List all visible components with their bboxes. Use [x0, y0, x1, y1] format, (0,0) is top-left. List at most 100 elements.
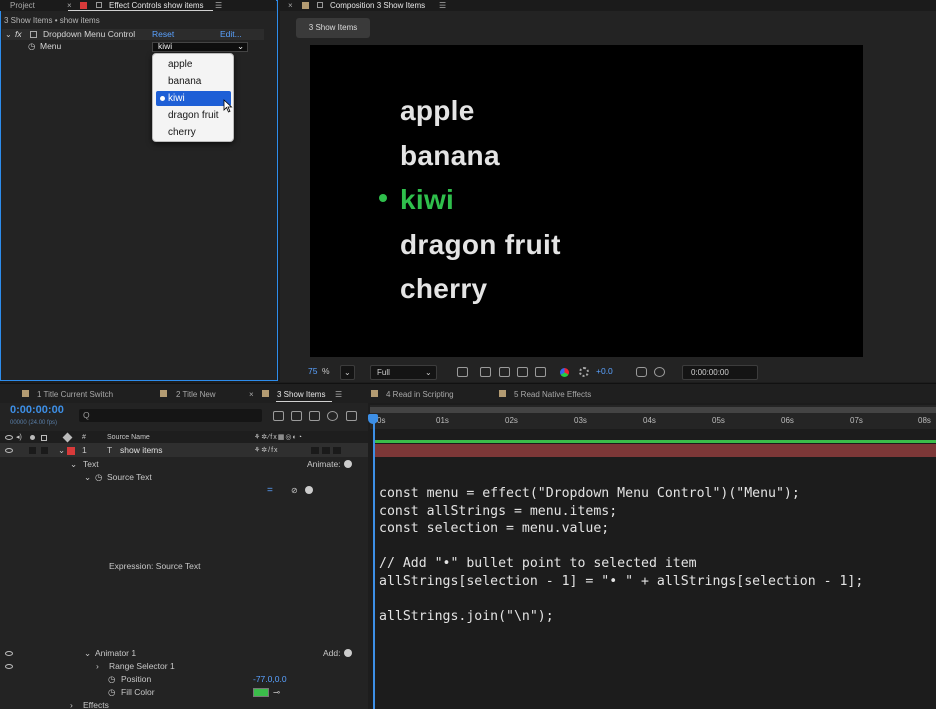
tab-project[interactable]: Project	[10, 0, 35, 11]
color-channels-icon[interactable]	[560, 368, 569, 377]
menu-dropdown-value: kiwi	[158, 41, 173, 51]
animator-label: Animator 1	[95, 648, 137, 658]
active-tab-underline	[68, 10, 213, 11]
expand-chevron-icon[interactable]: ⌄	[84, 472, 91, 483]
layer-row[interactable]: ⌄ 1 T show items ⚘✲/fx	[0, 444, 368, 457]
menu-option-apple[interactable]: apple	[156, 57, 231, 72]
color-management-icon[interactable]	[579, 367, 589, 377]
fill-color-label: Fill Color	[121, 687, 155, 697]
tab-read-in-scripting[interactable]: 4 Read in Scripting	[386, 389, 454, 400]
fast-preview-icon[interactable]	[457, 367, 468, 377]
effect-controls-panel	[0, 0, 278, 381]
expand-chevron-icon[interactable]: ⌄	[70, 459, 77, 470]
mask-icon[interactable]	[499, 367, 510, 377]
tab-read-native-effects[interactable]: 5 Read Native Effects	[514, 389, 591, 400]
timeline-search-input[interactable]: Q	[79, 409, 262, 422]
solo-checkbox[interactable]	[29, 447, 36, 454]
guides-icon[interactable]	[535, 367, 546, 377]
menu-option-kiwi[interactable]: kiwi	[156, 91, 231, 106]
draft-3d-icon[interactable]	[291, 411, 302, 421]
stopwatch-icon[interactable]: ◷	[95, 472, 102, 483]
zoom-dropdown[interactable]: ⌄	[340, 365, 355, 380]
zoom-value[interactable]: 75	[308, 366, 317, 377]
motion-blur-icon[interactable]	[346, 411, 357, 421]
position-value[interactable]: -77.0,0.0	[253, 674, 287, 685]
layer-switches[interactable]: ⚘✲/fx	[254, 445, 279, 456]
eyedropper-icon[interactable]: ⊸	[273, 687, 280, 698]
composition-breadcrumb[interactable]: 3 Show Items	[296, 18, 370, 38]
region-of-interest-icon[interactable]	[517, 367, 528, 377]
audio-icon[interactable]: ◂)	[16, 432, 22, 443]
composition-canvas[interactable]: apple banana kiwi dragon fruit cherry	[310, 45, 863, 357]
lock-icon[interactable]	[96, 2, 102, 8]
show-snapshot-icon[interactable]	[654, 367, 665, 377]
expand-chevron-icon[interactable]: ⌄	[5, 29, 12, 40]
menu-option-cherry[interactable]: cherry	[156, 125, 231, 140]
panel-menu-icon[interactable]: ☰	[335, 389, 342, 400]
frame-blending-icon[interactable]	[327, 411, 338, 421]
expression-enable-icon[interactable]: =	[267, 485, 273, 496]
tab-title-new[interactable]: 2 Title New	[176, 389, 216, 400]
ruler-tick: 0s	[377, 416, 386, 425]
collapse-chevron-icon[interactable]: ›	[70, 700, 73, 709]
shy-layers-icon[interactable]	[309, 411, 320, 421]
close-icon[interactable]: ×	[288, 0, 293, 11]
expand-chevron-icon[interactable]: ⌄	[84, 648, 91, 659]
tab-title-current-switch[interactable]: 1 Title Current Switch	[37, 389, 113, 400]
effect-controls-subtitle: 3 Show Items • show items	[4, 16, 100, 25]
animate-add-icon[interactable]	[344, 460, 352, 468]
expression-pickwhip-icon[interactable]: ⊘	[291, 485, 298, 496]
viewer-timecode[interactable]: 0:00:00:00	[682, 365, 758, 380]
label-tag-icon[interactable]	[62, 432, 73, 443]
menu-option-dragon-fruit[interactable]: dragon fruit	[156, 108, 231, 123]
lock-icon[interactable]	[317, 2, 323, 8]
layer-name[interactable]: show items	[120, 445, 163, 456]
panel-menu-icon[interactable]: ☰	[439, 0, 446, 11]
exposure-value[interactable]: +0.0	[596, 366, 613, 377]
transparency-grid-icon[interactable]	[480, 367, 491, 377]
tab-show-items[interactable]: 3 Show Items	[277, 389, 325, 400]
lock-icon[interactable]	[41, 435, 47, 441]
effect-name: Dropdown Menu Control	[43, 29, 136, 39]
video-eye-icon[interactable]	[5, 651, 13, 656]
lock-checkbox[interactable]	[41, 447, 48, 454]
panel-menu-icon[interactable]: ☰	[215, 0, 222, 11]
add-property-icon[interactable]	[344, 649, 352, 657]
dropdown-menu: apple banana kiwi dragon fruit cherry	[152, 53, 234, 142]
stopwatch-icon[interactable]: ◷	[108, 687, 115, 698]
work-area-bar[interactable]	[370, 407, 936, 413]
menu-dropdown[interactable]: kiwi ⌄	[152, 41, 248, 52]
fx-toggle[interactable]: fx	[15, 29, 22, 40]
video-eye-icon[interactable]	[5, 448, 13, 453]
reset-link[interactable]: Reset	[152, 29, 174, 40]
switch-box[interactable]	[333, 447, 341, 454]
resolution-dropdown[interactable]: Full ⌄	[370, 365, 437, 380]
layer-duration-bar[interactable]	[374, 444, 936, 457]
menu-option-banana[interactable]: banana	[156, 74, 231, 89]
snapshot-icon[interactable]	[636, 367, 647, 377]
fill-color-swatch[interactable]	[253, 688, 269, 697]
active-tab-underline	[276, 401, 332, 402]
close-icon[interactable]: ×	[249, 389, 254, 400]
solo-icon[interactable]	[30, 435, 35, 440]
timeline-fps: 00000 (24.00 fps)	[10, 420, 58, 426]
stopwatch-icon[interactable]: ◷	[28, 41, 35, 52]
layer-label-color[interactable]	[67, 447, 75, 455]
comp-mini-flowchart-icon[interactable]	[273, 411, 284, 421]
edit-link[interactable]: Edit...	[220, 29, 242, 40]
video-eye-icon[interactable]	[5, 664, 13, 669]
stopwatch-icon[interactable]: ◷	[108, 674, 115, 685]
switch-box[interactable]	[322, 447, 330, 454]
expand-chevron-icon[interactable]: ⌄	[58, 445, 65, 456]
current-time-indicator-head[interactable]	[368, 414, 378, 424]
current-time-indicator[interactable]	[373, 415, 375, 709]
layer-number: 1	[82, 445, 87, 455]
selected-dot-icon	[160, 96, 165, 101]
timeline-timecode[interactable]: 0:00:00:00	[10, 405, 64, 416]
video-eye-icon[interactable]	[5, 435, 13, 440]
expression-language-menu-icon[interactable]	[305, 486, 313, 494]
collapse-chevron-icon[interactable]: ›	[96, 661, 99, 672]
tab-composition[interactable]: Composition 3 Show Items	[330, 0, 425, 11]
column-source-name[interactable]: Source Name	[107, 432, 150, 443]
switch-box[interactable]	[311, 447, 319, 454]
